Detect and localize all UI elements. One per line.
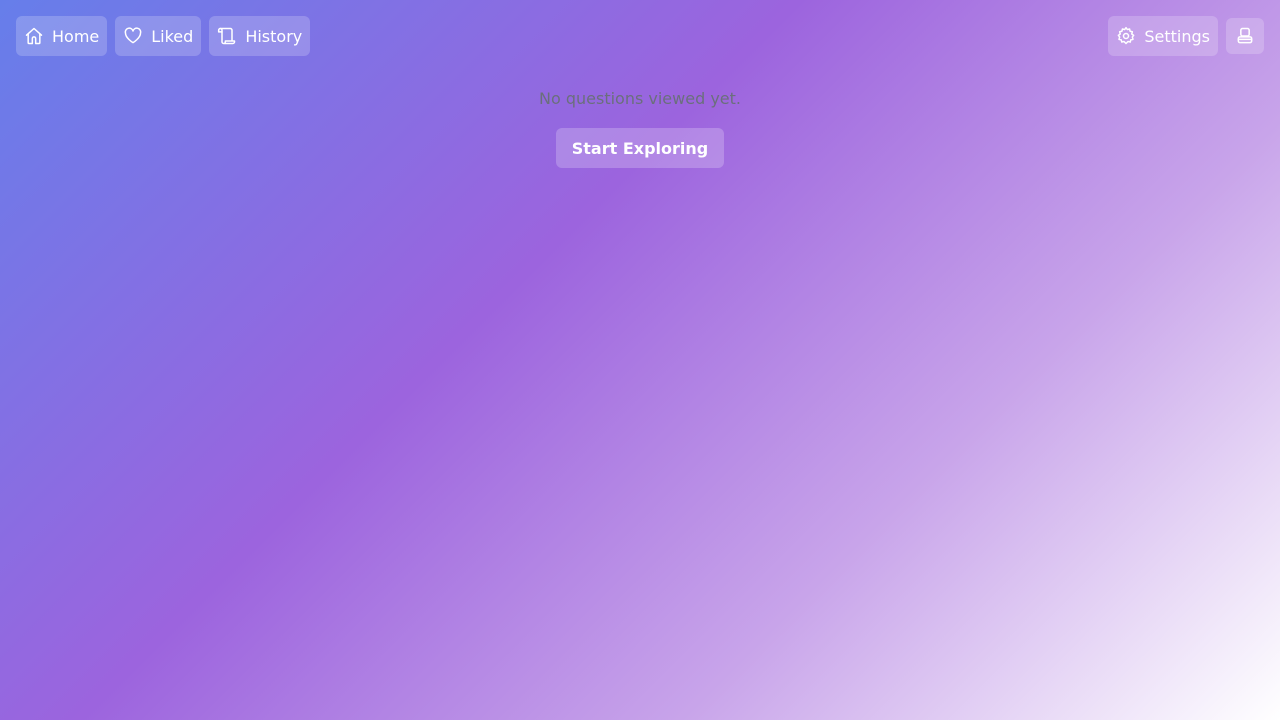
main-content: No questions viewed yet. Start Exploring xyxy=(0,88,1280,168)
main-nav: Home Liked History xyxy=(16,16,311,56)
home-label: Home xyxy=(52,26,100,46)
heart-icon xyxy=(123,26,143,46)
home-button[interactable]: Home xyxy=(16,16,108,56)
profile-button[interactable] xyxy=(1226,18,1264,54)
history-label: History xyxy=(245,26,303,46)
home-icon xyxy=(24,26,44,46)
scroll-icon xyxy=(217,26,237,46)
gear-icon xyxy=(1116,26,1136,46)
settings-label: Settings xyxy=(1144,26,1210,46)
liked-button[interactable]: Liked xyxy=(115,16,202,56)
start-exploring-button[interactable]: Start Exploring xyxy=(555,128,725,168)
user-nav: Settings xyxy=(1108,16,1264,56)
settings-button[interactable]: Settings xyxy=(1108,16,1218,56)
liked-label: Liked xyxy=(151,26,194,46)
user-icon xyxy=(1235,26,1255,46)
empty-state-message: No questions viewed yet. xyxy=(539,89,741,108)
history-button[interactable]: History xyxy=(209,16,311,56)
